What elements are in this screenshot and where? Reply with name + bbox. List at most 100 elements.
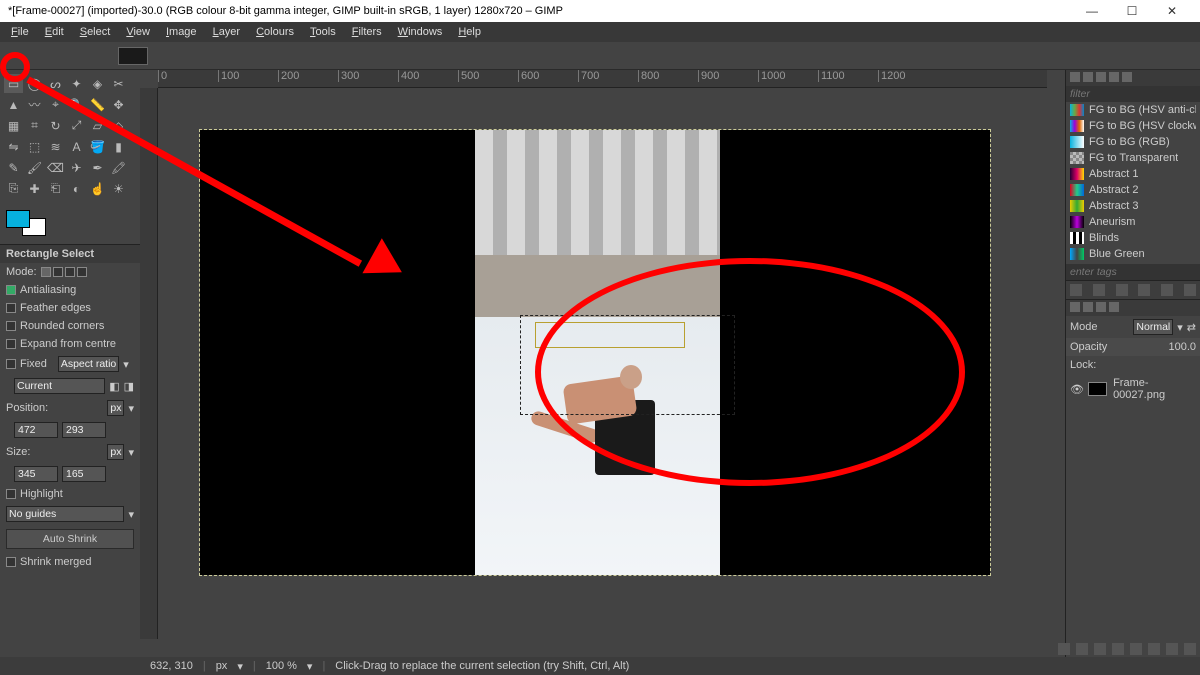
gradient-list[interactable]: FG to BG (HSV anti-clockwise)FG to BG (H… <box>1066 102 1200 262</box>
tool-scale[interactable]: ⤢ <box>67 116 86 135</box>
highlight-checkbox[interactable] <box>6 489 16 499</box>
maximize-button[interactable]: ☐ <box>1112 4 1152 18</box>
gradient-item[interactable]: Aneurism <box>1066 214 1200 230</box>
mode-replace[interactable] <box>41 267 51 277</box>
fg-color-swatch[interactable] <box>6 210 30 228</box>
mode-add[interactable] <box>53 267 63 277</box>
auto-shrink-button[interactable]: Auto Shrink <box>6 529 134 549</box>
rounded-row[interactable]: Rounded corners <box>0 317 140 335</box>
highlight-row[interactable]: Highlight <box>0 485 140 503</box>
duplicate-icon[interactable] <box>1116 284 1128 296</box>
gradient-item[interactable]: Abstract 3 <box>1066 198 1200 214</box>
tool-perspective[interactable]: ◇ <box>109 116 128 135</box>
tool-pencil[interactable]: ✎ <box>4 158 23 177</box>
gradient-item[interactable]: FG to Transparent <box>1066 150 1200 166</box>
gradient-item[interactable]: FG to BG (HSV clockwise) <box>1066 118 1200 134</box>
tool-warp[interactable]: ≋ <box>46 137 65 156</box>
delete-icon[interactable] <box>1138 284 1150 296</box>
anchor-icon[interactable] <box>1166 643 1178 655</box>
tool-crop[interactable]: ⌗ <box>25 116 44 135</box>
shrink-merged-checkbox[interactable] <box>6 557 16 567</box>
tool-persp-clone[interactable]: ⎗ <box>46 179 65 198</box>
minimize-button[interactable]: — <box>1072 4 1112 18</box>
gradient-item[interactable]: Blue Green <box>1066 246 1200 262</box>
fixed-checkbox[interactable] <box>6 359 16 369</box>
gradient-tags-input[interactable]: enter tags <box>1066 264 1200 280</box>
tool-align[interactable]: ▦ <box>4 116 23 135</box>
tool-paintbrush[interactable]: 🖌 <box>25 158 44 177</box>
menu-edit[interactable]: Edit <box>38 24 71 40</box>
gradient-item[interactable]: FG to BG (RGB) <box>1066 134 1200 150</box>
gradient-item[interactable]: Abstract 2 <box>1066 182 1200 198</box>
selection-marquee[interactable] <box>520 315 735 415</box>
tool-airbrush[interactable]: ✈ <box>67 158 86 177</box>
tool-gradient[interactable]: ▮ <box>109 137 128 156</box>
tool-fuzzy-select[interactable]: ✦ <box>67 74 86 93</box>
rounded-checkbox[interactable] <box>6 321 16 331</box>
layer-opacity-row[interactable]: Opacity100.0 <box>1066 338 1200 356</box>
orientation-toggle-2[interactable]: ◨ <box>124 380 134 393</box>
dock-tabs-top[interactable] <box>1066 70 1200 86</box>
guides-row[interactable]: No guides▾ <box>0 503 140 525</box>
gradient-item[interactable]: Blinds <box>1066 230 1200 246</box>
dock-tabs-layers[interactable] <box>1066 300 1200 316</box>
tool-rotate[interactable]: ↻ <box>46 116 65 135</box>
menu-select[interactable]: Select <box>73 24 118 40</box>
tool-bucket[interactable]: 🪣 <box>88 137 107 156</box>
new-icon[interactable] <box>1093 284 1105 296</box>
menu-icon[interactable] <box>1184 284 1196 296</box>
raise-layer-icon[interactable] <box>1094 643 1106 655</box>
menu-help[interactable]: Help <box>451 24 488 40</box>
shrink-merged-row[interactable]: Shrink merged <box>0 553 140 571</box>
image-canvas[interactable] <box>200 130 990 575</box>
menu-windows[interactable]: Windows <box>391 24 450 40</box>
menu-tools[interactable]: Tools <box>303 24 343 40</box>
tool-heal[interactable]: ✚ <box>25 179 44 198</box>
image-tab[interactable] <box>118 47 148 65</box>
menu-filters[interactable]: Filters <box>345 24 389 40</box>
tool-cage[interactable]: ⬚ <box>25 137 44 156</box>
layer-mode-select[interactable]: Normal <box>1133 319 1173 335</box>
tool-rect-select[interactable]: ▭ <box>4 74 23 93</box>
layer-group-icon[interactable] <box>1076 643 1088 655</box>
refresh-icon[interactable] <box>1161 284 1173 296</box>
tool-measure[interactable]: 📏 <box>88 95 107 114</box>
tool-smudge[interactable]: ☝ <box>88 179 107 198</box>
viewport[interactable] <box>158 88 1047 639</box>
feather-checkbox[interactable] <box>6 303 16 313</box>
orientation-toggle[interactable]: ◧ <box>109 380 119 393</box>
tool-dodge[interactable]: ☀ <box>109 179 128 198</box>
new-layer-icon[interactable] <box>1058 643 1070 655</box>
size-h-input[interactable] <box>62 466 106 482</box>
layer-thumbnail[interactable] <box>1088 382 1107 396</box>
layer-row[interactable]: 👁 Frame-00027.png <box>1066 374 1200 404</box>
menu-colours[interactable]: Colours <box>249 24 301 40</box>
tool-move[interactable]: ✥ <box>109 95 128 114</box>
tool-ellipse-select[interactable]: ◯ <box>25 74 44 93</box>
mode-switch-icon[interactable]: ⇄ <box>1187 321 1196 334</box>
status-unit[interactable]: px <box>216 660 228 672</box>
tool-foreground[interactable]: ▲ <box>4 95 23 114</box>
tool-eraser[interactable]: ⌫ <box>46 158 65 177</box>
color-swatches[interactable] <box>6 210 46 236</box>
eye-icon[interactable]: 👁 <box>1070 383 1082 396</box>
position-unit-select[interactable]: px <box>107 400 124 416</box>
tool-blur[interactable]: ◐ <box>67 179 86 198</box>
gradient-item[interactable]: Abstract 1 <box>1066 166 1200 182</box>
edit-icon[interactable] <box>1070 284 1082 296</box>
delete-layer-icon[interactable] <box>1184 643 1196 655</box>
tool-clone[interactable]: ⎘ <box>4 179 23 198</box>
tool-shear[interactable]: ▱ <box>88 116 107 135</box>
tool-color-picker[interactable]: ⌖ <box>46 95 65 114</box>
tool-scissors[interactable]: ✂ <box>109 74 128 93</box>
status-zoom[interactable]: 100 % <box>266 660 297 672</box>
tool-free-select[interactable]: ᔕ <box>46 74 65 93</box>
feather-row[interactable]: Feather edges <box>0 299 140 317</box>
ruler-horizontal[interactable]: 0100200300400500600700800900100011001200 <box>158 70 1047 88</box>
tool-flip[interactable]: ⇋ <box>4 137 23 156</box>
menu-image[interactable]: Image <box>159 24 204 40</box>
position-x-input[interactable] <box>14 422 58 438</box>
fixed-row[interactable]: Fixed Aspect ratio▾ <box>0 353 140 375</box>
duplicate-layer-icon[interactable] <box>1130 643 1142 655</box>
merge-down-icon[interactable] <box>1148 643 1160 655</box>
